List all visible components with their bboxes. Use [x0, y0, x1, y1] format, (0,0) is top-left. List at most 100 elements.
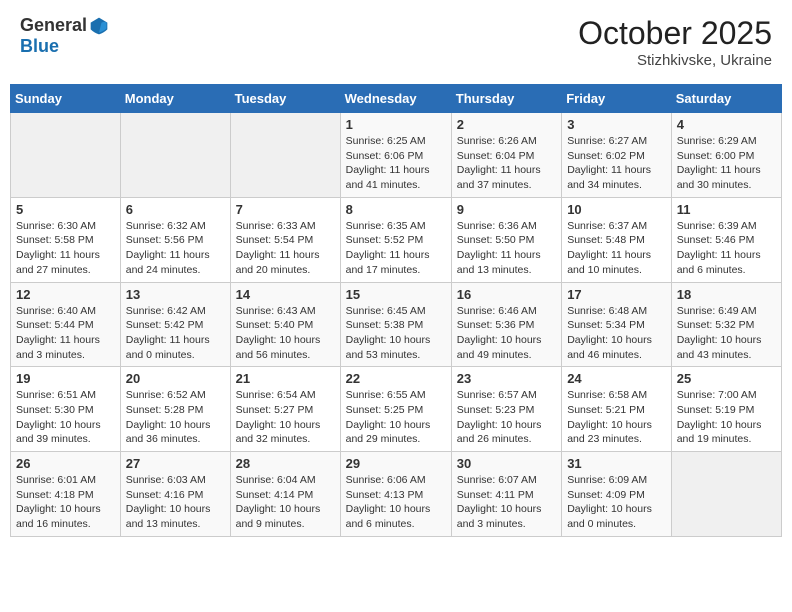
weekday-header-saturday: Saturday	[671, 85, 781, 113]
day-info: Sunrise: 6:45 AMSunset: 5:38 PMDaylight:…	[346, 304, 446, 363]
weekday-header-friday: Friday	[562, 85, 672, 113]
page-header: General Blue October 2025 Stizhkivske, U…	[10, 10, 782, 74]
month-title: October 2025	[578, 15, 772, 52]
day-number: 17	[567, 287, 666, 302]
day-info: Sunrise: 6:52 AMSunset: 5:28 PMDaylight:…	[126, 388, 225, 447]
day-number: 20	[126, 371, 225, 386]
day-info: Sunrise: 6:03 AMSunset: 4:16 PMDaylight:…	[126, 473, 225, 532]
day-info: Sunrise: 6:39 AMSunset: 5:46 PMDaylight:…	[677, 219, 776, 278]
calendar-cell: 15 Sunrise: 6:45 AMSunset: 5:38 PMDayligh…	[340, 282, 451, 367]
day-number: 19	[16, 371, 115, 386]
weekday-header-thursday: Thursday	[451, 85, 561, 113]
day-info: Sunrise: 6:54 AMSunset: 5:27 PMDaylight:…	[236, 388, 335, 447]
calendar-cell: 14Sunrise: 6:43 AMSunset: 5:40 PMDayligh…	[230, 282, 340, 367]
day-number: 30	[457, 456, 556, 471]
calendar-cell: 12 Sunrise: 6:40 AMSunset: 5:44 PMDayligh…	[11, 282, 121, 367]
day-info: Sunrise: 6:58 AMSunset: 5:21 PMDaylight:…	[567, 388, 666, 447]
logo-blue-text: Blue	[20, 36, 59, 57]
day-number: 12	[16, 287, 115, 302]
day-number: 21	[236, 371, 335, 386]
title-block: October 2025 Stizhkivske, Ukraine	[578, 15, 772, 69]
calendar-week-row: 26 Sunrise: 6:01 AMSunset: 4:18 PMDayligh…	[11, 452, 782, 537]
day-number: 16	[457, 287, 556, 302]
calendar-cell: 1 Sunrise: 6:25 AMSunset: 6:06 PMDaylight…	[340, 113, 451, 198]
calendar-cell: 3 Sunrise: 6:27 AMSunset: 6:02 PMDaylight…	[562, 113, 672, 198]
location-title: Stizhkivske, Ukraine	[578, 52, 772, 69]
calendar-cell: 26 Sunrise: 6:01 AMSunset: 4:18 PMDayligh…	[11, 452, 121, 537]
day-info: Sunrise: 6:25 AMSunset: 6:06 PMDaylight:…	[346, 134, 446, 193]
calendar-cell: 24 Sunrise: 6:58 AMSunset: 5:21 PMDayligh…	[562, 367, 672, 452]
day-info: Sunrise: 6:06 AMSunset: 4:13 PMDaylight:…	[346, 473, 446, 532]
day-info: Sunrise: 6:27 AMSunset: 6:02 PMDaylight:…	[567, 134, 666, 193]
calendar-cell	[11, 113, 121, 198]
calendar-cell: 29 Sunrise: 6:06 AMSunset: 4:13 PMDayligh…	[340, 452, 451, 537]
calendar-cell: 27 Sunrise: 6:03 AMSunset: 4:16 PMDayligh…	[120, 452, 230, 537]
weekday-header-monday: Monday	[120, 85, 230, 113]
day-info: Sunrise: 6:07 AMSunset: 4:11 PMDaylight:…	[457, 473, 556, 532]
day-number: 18	[677, 287, 776, 302]
day-number: 25	[677, 371, 776, 386]
day-info: Sunrise: 6:46 AMSunset: 5:36 PMDaylight:…	[457, 304, 556, 363]
day-info: Sunrise: 7:00 AMSunset: 5:19 PMDaylight:…	[677, 388, 776, 447]
day-info: Sunrise: 6:42 AMSunset: 5:42 PMDaylight:…	[126, 304, 225, 363]
day-number: 8	[346, 202, 446, 217]
day-info: Sunrise: 6:57 AMSunset: 5:23 PMDaylight:…	[457, 388, 556, 447]
day-number: 26	[16, 456, 115, 471]
day-info: Sunrise: 6:48 AMSunset: 5:34 PMDaylight:…	[567, 304, 666, 363]
calendar-cell: 10Sunrise: 6:37 AMSunset: 5:48 PMDayligh…	[562, 197, 672, 282]
day-number: 15	[346, 287, 446, 302]
day-number: 11	[677, 202, 776, 217]
day-number: 5	[16, 202, 115, 217]
day-info: Sunrise: 6:26 AMSunset: 6:04 PMDaylight:…	[457, 134, 556, 193]
calendar-cell: 23 Sunrise: 6:57 AMSunset: 5:23 PMDayligh…	[451, 367, 561, 452]
day-number: 23	[457, 371, 556, 386]
day-info: Sunrise: 6:51 AMSunset: 5:30 PMDaylight:…	[16, 388, 115, 447]
logo: General Blue	[20, 15, 109, 57]
calendar-cell: 5 Sunrise: 6:30 AMSunset: 5:58 PMDaylight…	[11, 197, 121, 282]
calendar-week-row: 19 Sunrise: 6:51 AMSunset: 5:30 PMDayligh…	[11, 367, 782, 452]
calendar-cell: 2 Sunrise: 6:26 AMSunset: 6:04 PMDaylight…	[451, 113, 561, 198]
day-info: Sunrise: 6:33 AMSunset: 5:54 PMDaylight:…	[236, 219, 335, 278]
calendar-week-row: 12 Sunrise: 6:40 AMSunset: 5:44 PMDayligh…	[11, 282, 782, 367]
day-info: Sunrise: 6:09 AMSunset: 4:09 PMDaylight:…	[567, 473, 666, 532]
day-number: 4	[677, 117, 776, 132]
day-info: Sunrise: 6:30 AMSunset: 5:58 PMDaylight:…	[16, 219, 115, 278]
calendar-cell: 13Sunrise: 6:42 AMSunset: 5:42 PMDayligh…	[120, 282, 230, 367]
calendar-cell: 16 Sunrise: 6:46 AMSunset: 5:36 PMDayligh…	[451, 282, 561, 367]
weekday-header-tuesday: Tuesday	[230, 85, 340, 113]
calendar-cell: 30 Sunrise: 6:07 AMSunset: 4:11 PMDayligh…	[451, 452, 561, 537]
day-number: 1	[346, 117, 446, 132]
calendar-cell: 22 Sunrise: 6:55 AMSunset: 5:25 PMDayligh…	[340, 367, 451, 452]
day-info: Sunrise: 6:55 AMSunset: 5:25 PMDaylight:…	[346, 388, 446, 447]
calendar-cell: 28Sunrise: 6:04 AMSunset: 4:14 PMDayligh…	[230, 452, 340, 537]
calendar-cell: 11 Sunrise: 6:39 AMSunset: 5:46 PMDayligh…	[671, 197, 781, 282]
calendar-cell: 31Sunrise: 6:09 AMSunset: 4:09 PMDayligh…	[562, 452, 672, 537]
calendar-cell	[230, 113, 340, 198]
calendar-cell: 20 Sunrise: 6:52 AMSunset: 5:28 PMDayligh…	[120, 367, 230, 452]
day-info: Sunrise: 6:43 AMSunset: 5:40 PMDaylight:…	[236, 304, 335, 363]
weekday-header-sunday: Sunday	[11, 85, 121, 113]
day-number: 2	[457, 117, 556, 132]
day-number: 7	[236, 202, 335, 217]
day-number: 6	[126, 202, 225, 217]
day-number: 22	[346, 371, 446, 386]
calendar-cell: 18Sunrise: 6:49 AMSunset: 5:32 PMDayligh…	[671, 282, 781, 367]
day-info: Sunrise: 6:01 AMSunset: 4:18 PMDaylight:…	[16, 473, 115, 532]
day-info: Sunrise: 6:40 AMSunset: 5:44 PMDaylight:…	[16, 304, 115, 363]
day-number: 27	[126, 456, 225, 471]
logo-icon	[89, 16, 109, 36]
logo-general-text: General	[20, 15, 87, 36]
day-number: 9	[457, 202, 556, 217]
calendar-cell	[120, 113, 230, 198]
day-info: Sunrise: 6:35 AMSunset: 5:52 PMDaylight:…	[346, 219, 446, 278]
day-number: 29	[346, 456, 446, 471]
calendar-cell: 4Sunrise: 6:29 AMSunset: 6:00 PMDaylight…	[671, 113, 781, 198]
day-number: 24	[567, 371, 666, 386]
calendar-table: SundayMondayTuesdayWednesdayThursdayFrid…	[10, 84, 782, 537]
calendar-cell: 17 Sunrise: 6:48 AMSunset: 5:34 PMDayligh…	[562, 282, 672, 367]
weekday-header-row: SundayMondayTuesdayWednesdayThursdayFrid…	[11, 85, 782, 113]
calendar-cell: 25 Sunrise: 7:00 AMSunset: 5:19 PMDayligh…	[671, 367, 781, 452]
calendar-cell: 9Sunrise: 6:36 AMSunset: 5:50 PMDaylight…	[451, 197, 561, 282]
calendar-cell: 8 Sunrise: 6:35 AMSunset: 5:52 PMDaylight…	[340, 197, 451, 282]
day-number: 3	[567, 117, 666, 132]
